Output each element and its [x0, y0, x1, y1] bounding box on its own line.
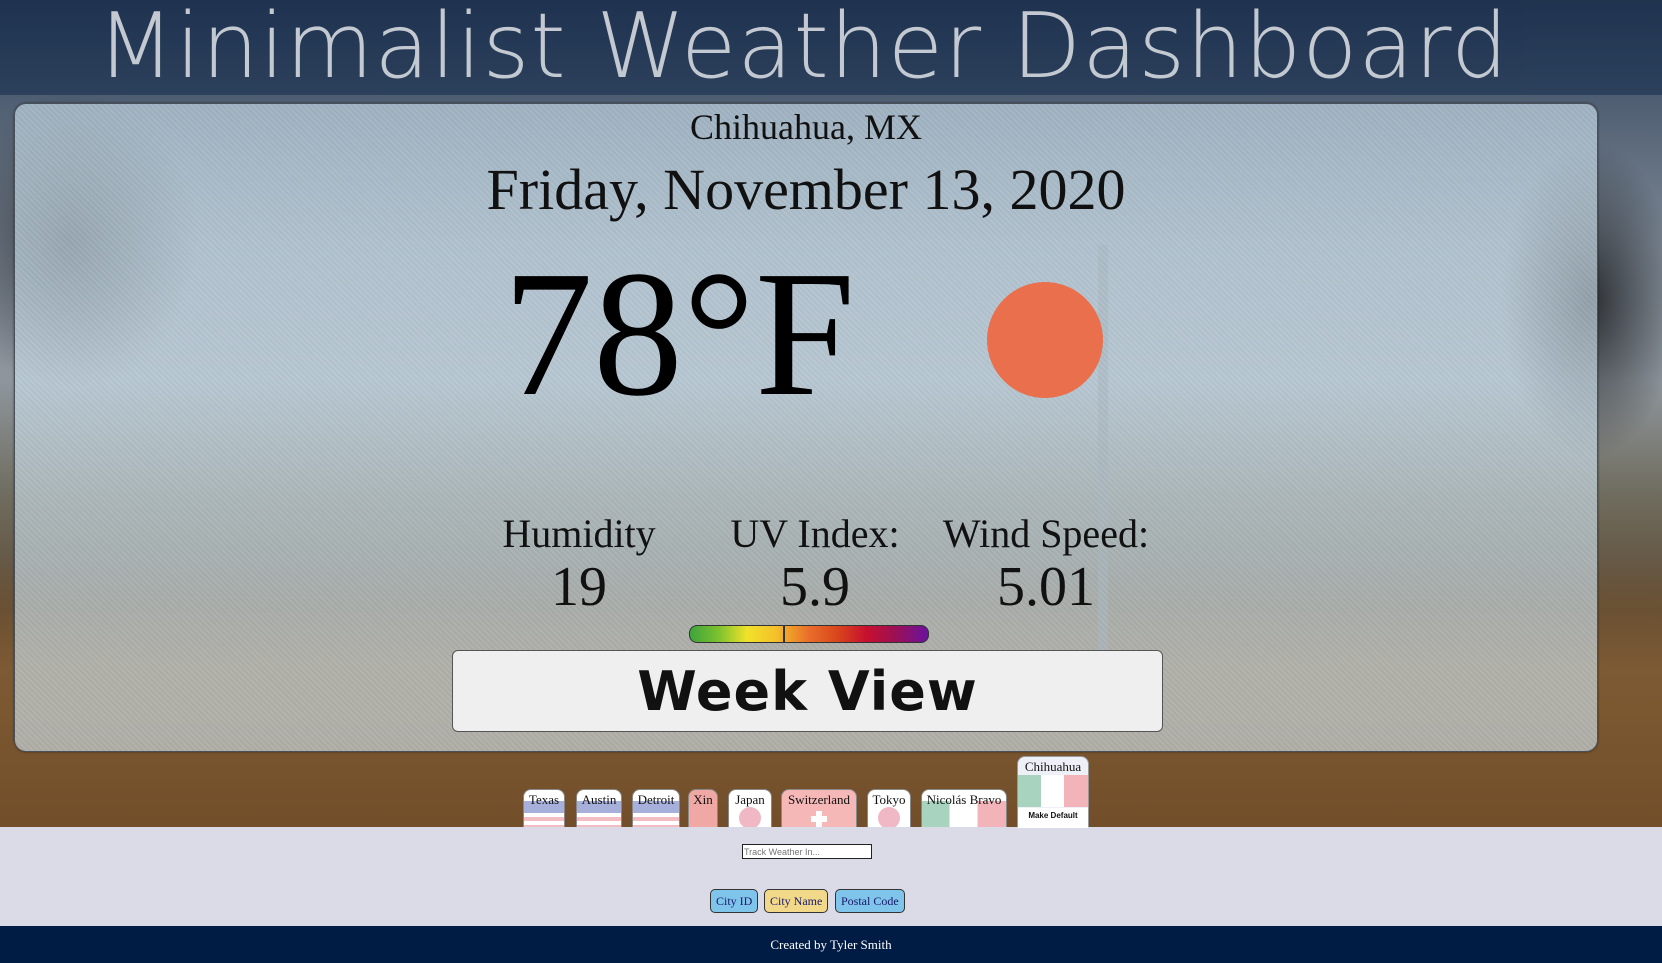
- uv-stat: UV Index: 5.9: [705, 514, 925, 617]
- city-tabs: Texas Austin Detroit Xin Japan Switzerla…: [0, 756, 1662, 829]
- city-tab-tokyo[interactable]: Tokyo: [867, 789, 911, 827]
- city-tab-nicolas-bravo[interactable]: Nicolás Bravo: [921, 789, 1007, 827]
- city-tab-label: Nicolás Bravo: [926, 792, 1002, 807]
- city-tab-label: Chihuahua: [1024, 759, 1082, 774]
- mexico-flag-icon: [1018, 775, 1088, 807]
- city-tab-xin[interactable]: Xin: [688, 789, 718, 827]
- wind-label: Wind Speed:: [942, 511, 1150, 556]
- city-tab-label: Switzerland: [787, 792, 851, 807]
- location-label: Chihuahua, MX: [690, 107, 922, 147]
- city-tab-label: Austin: [581, 792, 617, 807]
- wind-value: 5.01: [997, 556, 1095, 618]
- date-label: Friday, November 13, 2020: [486, 157, 1126, 222]
- uv-value: 5.9: [780, 556, 850, 618]
- uv-label: UV Index:: [730, 511, 900, 556]
- humidity-value: 19: [551, 556, 607, 618]
- sun-icon: [987, 282, 1103, 398]
- uv-marker: [782, 626, 785, 642]
- city-tab-texas[interactable]: Texas: [523, 789, 565, 827]
- city-tab-austin[interactable]: Austin: [576, 789, 622, 827]
- humidity-stat: Humidity 19: [469, 514, 689, 617]
- week-view-button[interactable]: Week View: [452, 650, 1163, 732]
- page-title: Minimalist Weather Dashboard: [96, 0, 1510, 99]
- city-tab-label: Detroit: [637, 792, 675, 807]
- postal-code-button[interactable]: Postal Code: [835, 889, 905, 913]
- current-weather-card: Chihuahua, MX Friday, November 13, 2020 …: [14, 103, 1598, 752]
- humidity-label: Humidity: [502, 511, 656, 556]
- search-panel: City ID City Name Postal Code: [0, 827, 1662, 926]
- city-name-button[interactable]: City Name: [764, 889, 829, 913]
- city-tab-detroit[interactable]: Detroit: [632, 789, 680, 827]
- city-tab-label: Japan: [735, 792, 765, 807]
- page-header: Minimalist Weather Dashboard: [0, 0, 1662, 99]
- city-tab-japan[interactable]: Japan: [728, 789, 772, 827]
- city-tab-label: Texas: [528, 792, 560, 807]
- track-weather-input[interactable]: [742, 844, 872, 859]
- make-default-button[interactable]: Make Default: [1018, 808, 1088, 828]
- uv-scale-bar: [689, 625, 929, 643]
- wind-stat: Wind Speed: 5.01: [936, 514, 1156, 617]
- city-tab-chihuahua[interactable]: Chihuahua Make Default: [1017, 756, 1089, 829]
- city-id-button[interactable]: City ID: [710, 889, 759, 913]
- footer-credit: Created by Tyler Smith: [770, 937, 892, 952]
- city-tab-switzerland[interactable]: Switzerland: [781, 789, 857, 827]
- footer: Created by Tyler Smith: [0, 926, 1662, 963]
- city-tab-label: Xin: [693, 792, 713, 807]
- city-tab-label: Tokyo: [872, 792, 906, 807]
- temperature-value: 78°F: [503, 234, 856, 433]
